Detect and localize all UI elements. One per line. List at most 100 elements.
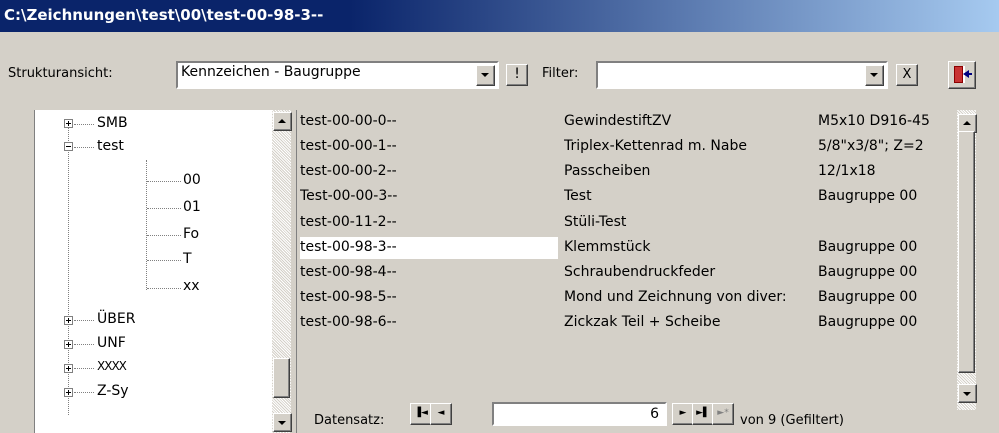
first-record-icon: ▐◄ [414, 408, 428, 418]
table-row[interactable]: test-00-00-0-- GewindestiftZV M5x10 D916… [300, 110, 960, 132]
filter-label: Filter: [542, 66, 579, 81]
tree-item-label: xx [183, 278, 200, 294]
scroll-up-button[interactable] [273, 112, 292, 131]
arrow-down-icon [963, 392, 971, 396]
title-bar: C:\Zeichnungen\test\00\test-00-98-3-- [0, 0, 999, 32]
tree-connector [74, 344, 94, 345]
table-row[interactable]: test-00-00-1-- Triplex-Kettenrad m. Nabe… [300, 135, 960, 157]
scroll-down-button[interactable] [273, 413, 292, 432]
tree-item-label: UNF [97, 335, 126, 351]
scroll-down-button[interactable] [958, 384, 977, 403]
table-row[interactable]: test-00-98-4-- Schraubendruckfeder Baugr… [300, 261, 960, 283]
arrow-up-icon [278, 119, 286, 123]
record-id[interactable]: test-00-98-3-- [300, 237, 558, 259]
tree-connector [74, 320, 94, 321]
record-name: Klemmstück [564, 239, 651, 255]
record-name: Zickzak Teil + Scheibe [564, 314, 721, 330]
collapse-icon[interactable] [64, 142, 73, 151]
exit-door-icon [954, 66, 972, 83]
expand-icon[interactable] [64, 340, 73, 349]
record-id: test-00-00-1-- [300, 138, 397, 154]
new-record-button[interactable]: ►* [712, 403, 734, 425]
record-name: Triplex-Kettenrad m. Nabe [564, 138, 747, 154]
record-id: test-00-00-0-- [300, 113, 397, 129]
structure-dropdown-button[interactable] [476, 65, 495, 86]
record-info: Baugruppe 00 [818, 314, 918, 330]
last-record-icon: ►▌ [696, 408, 710, 418]
table-row[interactable]: test-00-11-2-- Stüli-Test [300, 211, 960, 233]
tree-item-label: ÜBER [97, 311, 136, 327]
expand-icon[interactable] [64, 364, 73, 373]
tree-item-label: SMB [97, 115, 128, 131]
record-name: Mond und Zeichnung von diver: [564, 289, 787, 305]
record-info: Baugruppe 00 [818, 239, 918, 255]
tree-item-label: Z-Sy [97, 383, 129, 399]
record-id: Test-00-00-3-- [300, 188, 398, 204]
record-id: test-00-11-2-- [300, 214, 397, 230]
filter-combo[interactable] [596, 61, 888, 89]
pane-splitter[interactable] [296, 110, 299, 433]
record-nav-label: Datensatz: [314, 413, 385, 428]
next-record-icon: ► [679, 408, 687, 418]
record-info: Baugruppe 00 [818, 264, 918, 280]
record-name: Passcheiben [564, 163, 651, 179]
record-id: test-00-98-6-- [300, 314, 397, 330]
tree-pane: SMB test 00 01 Fo T xx ÜBER UNF XXXX Z-S… [34, 110, 292, 433]
record-name: Schraubendruckfeder [564, 264, 716, 280]
structure-value: Kennzeichen - Baugruppe [181, 64, 361, 80]
previous-record-button[interactable]: ◄ [430, 403, 452, 425]
records-scrollbar[interactable] [957, 110, 977, 410]
table-row[interactable]: test-00-98-6-- Zickzak Teil + Scheibe Ba… [300, 311, 960, 333]
tree-connector [146, 160, 147, 290]
clear-filter-button[interactable]: X [896, 64, 918, 86]
window-title: C:\Zeichnungen\test\00\test-00-98-3-- [4, 6, 324, 24]
filter-dropdown-button[interactable] [865, 65, 884, 86]
arrow-down-icon [278, 421, 286, 425]
new-record-icon: ►* [717, 408, 729, 418]
exit-button[interactable] [948, 61, 976, 89]
records-grid: test-00-00-0-- GewindestiftZV M5x10 D916… [300, 110, 961, 433]
structure-label: Strukturansicht: [8, 66, 113, 81]
structure-combo[interactable]: Kennzeichen - Baugruppe [176, 61, 499, 89]
record-number-input[interactable]: 6 [492, 402, 667, 426]
record-name: Stüli-Test [564, 214, 627, 230]
record-info: M5x10 D916-45 [818, 113, 930, 129]
expand-icon[interactable] [64, 119, 73, 128]
record-name: GewindestiftZV [564, 113, 672, 129]
chevron-down-icon [870, 73, 878, 77]
next-record-button[interactable]: ► [672, 403, 694, 425]
chevron-down-icon [481, 73, 489, 77]
tree-connector [147, 260, 181, 261]
tree-connector [147, 288, 181, 289]
record-id: test-00-98-4-- [300, 264, 397, 280]
scroll-thumb[interactable] [958, 131, 975, 373]
first-record-button[interactable]: ▐◄ [410, 403, 432, 425]
tree-connector [147, 181, 181, 182]
scroll-thumb[interactable] [273, 358, 290, 398]
record-number-value: 6 [650, 406, 659, 422]
tree-connector [74, 392, 94, 393]
table-row[interactable]: test-00-98-5-- Mond und Zeichnung von di… [300, 286, 960, 308]
tree-scrollbar[interactable] [272, 110, 292, 433]
tree-connector [147, 208, 181, 209]
table-row[interactable]: Test-00-00-3-- Test Baugruppe 00 [300, 185, 960, 207]
expand-icon[interactable] [64, 388, 73, 397]
record-id: test-00-00-2-- [300, 163, 397, 179]
tree-item-label: T [183, 251, 192, 267]
tree-item-label: 00 [183, 172, 201, 188]
record-info: 5/8"x3/8"; Z=2 [818, 138, 924, 154]
table-row-selected[interactable]: test-00-98-3-- Klemmstück Baugruppe 00 [300, 236, 960, 259]
tree-connector [147, 235, 181, 236]
record-info: Baugruppe 00 [818, 289, 918, 305]
tree-connector [74, 368, 94, 369]
record-count-text: von 9 (Gefiltert) [740, 413, 844, 428]
record-name: Test [564, 188, 592, 204]
previous-record-icon: ◄ [437, 408, 445, 418]
apply-structure-button[interactable]: ! [506, 64, 528, 86]
tree-item-label: test [97, 138, 124, 154]
table-row[interactable]: test-00-00-2-- Passcheiben 12/1x18 [300, 160, 960, 182]
last-record-button[interactable]: ►▌ [692, 403, 714, 425]
tree-item-label: XXXX [97, 359, 127, 373]
record-info: 12/1x18 [818, 163, 876, 179]
expand-icon[interactable] [64, 316, 73, 325]
